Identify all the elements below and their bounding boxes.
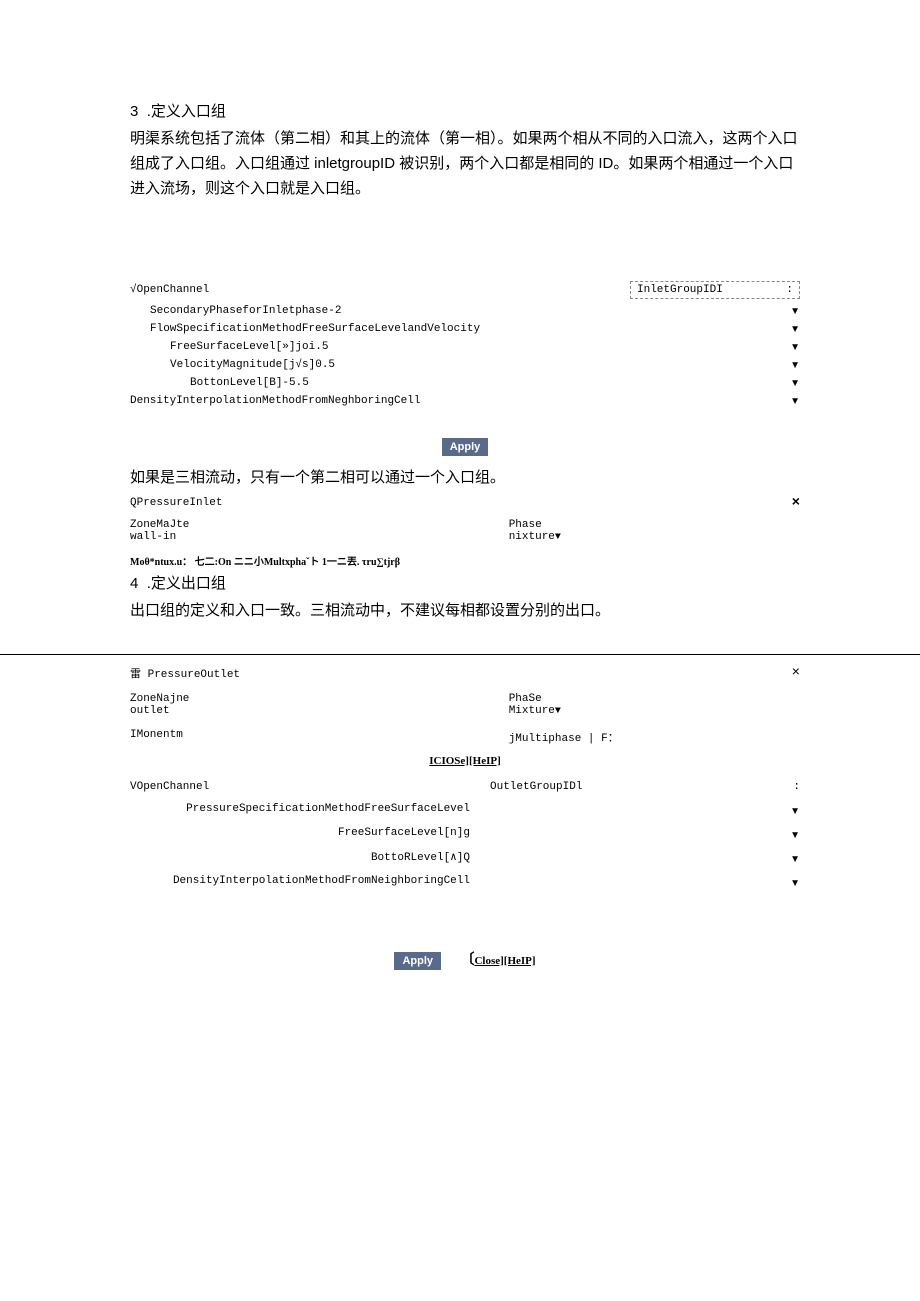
section-3-number: 3 [130,103,138,120]
inlet-row-3-label: VelocityMagnitude[j√s]0.5 [170,359,630,371]
inlet-row-1-label: FlowSpecificationMethodFreeSurfaceLevela… [150,323,630,335]
outlet-row-1-label: FreeSurfaceLevel[n]g [130,827,490,839]
apply-button-inlet[interactable]: Apply [442,438,489,456]
chevron-down-icon: ▼ [555,532,561,543]
section-3-body: 明渠系统包括了流体（第二相）和其上的流体（第一相）。如果两个相从不同的入口流入，… [130,127,800,201]
outlet-row-3[interactable]: DensityInterpolationMethodFromNeighborin… [130,873,800,889]
outlet-open-channel[interactable]: VOpenChannel [130,781,490,793]
tab-multiphase[interactable]: jMultiphase | F： [509,729,800,745]
section-4-number: 4 [130,575,138,592]
phase-dropdown[interactable]: nixture▼ [509,531,800,543]
outlet-group-id-label[interactable]: OutletGroupIDl [490,781,770,793]
inlet-row-5-label: DensityInterpolationMethodFromNeghboring… [130,395,630,407]
divider [0,654,920,655]
inlet-row-2[interactable]: FreeSurfaceLevel[»]joi.5 ▼ [130,341,800,353]
chevron-down-icon: ▼ [790,306,800,317]
outlet-row-0[interactable]: PressureSpecificationMethodFreeSurfaceLe… [130,801,800,817]
outlet-phase-label: PhaSe [509,693,800,705]
chevron-down-icon: ▼ [555,706,561,717]
inlet-row-3[interactable]: VelocityMagnitude[j√s]0.5 ▼ [130,359,800,371]
inlet-row-0-label: SecondaryPhaseforInletphase-2 [150,305,630,317]
section-4-body: 出口组的定义和入口一致。三相流动中，不建议每相都设置分别的出口。 [130,599,800,624]
phase-value: nixture [509,531,555,543]
chevron-down-icon: ▼ [790,830,800,841]
outlet-row-1[interactable]: FreeSurfaceLevel[n]g ▼ [130,825,800,841]
phase-label: Phase [509,519,800,531]
close-help-links[interactable]: ICIOSe][HeIP] [429,755,501,767]
chevron-down-icon: ▼ [790,378,800,389]
outlet-phase-dropdown[interactable]: Mixture▼ [509,705,800,717]
chevron-down-icon: ▼ [790,324,800,335]
apply-button-outlet[interactable]: Apply [394,952,441,970]
section-4-title: .定义出口组 [147,575,226,592]
inlet-group-id-field[interactable]: InletGroupIDI : [630,281,800,299]
close-icon[interactable]: × [792,665,800,681]
section-4-heading: 4 .定义出口组 [130,572,800,593]
pressure-outlet-header: 雷 PressureOutlet × [130,665,800,681]
chevron-down-icon: ▼ [790,396,800,407]
inlet-group-id-label: InletGroupIDI [637,284,723,296]
inlet-row-2-label: FreeSurfaceLevel[»]joi.5 [170,341,630,353]
chevron-down-icon: ▼ [790,360,800,371]
section-3-title: .定义入口组 [147,103,226,120]
outlet-phase-value: Mixture [509,705,555,717]
section-3-heading: 3 .定义入口组 [130,100,800,121]
outlet-row-2[interactable]: BottoRLevel[∧]Q ▼ [130,849,800,865]
chevron-down-icon: ▼ [790,878,800,889]
close-help-footer[interactable]: Close][HeIP] [474,955,535,967]
zone-name-label: ZoneMaJte [130,519,509,531]
chevron-down-icon: ▼ [790,342,800,353]
inlet-row-5[interactable]: DensityInterpolationMethodFromNeghboring… [130,395,800,407]
inlet-row-0[interactable]: SecondaryPhaseforInletphase-2 ▼ [130,305,800,317]
inlet-group-id-suffix: : [786,284,793,296]
outlet-zone-value[interactable]: outlet [130,705,509,717]
chevron-down-icon: ▼ [790,854,800,865]
outlet-group-id-suffix: : [770,781,800,793]
pressure-outlet-title: 雷 PressureOutlet [130,665,240,681]
close-icon[interactable]: × [792,495,800,511]
open-channel-row: √OpenChannel InletGroupIDI : [130,281,800,299]
pressure-inlet-header: QPressureInlet × [130,495,800,511]
tab-row-inlet[interactable]: Moθ*ntux.u： 七二:On ニニ小Multxphaˇト 1一ニ丟. τr… [130,553,800,568]
outlet-zone-label: ZoneNajne [130,693,509,705]
three-phase-note: 如果是三相流动，只有一个第二相可以通过一个入口组。 [130,466,800,491]
inlet-row-4-label: BottonLevel[B]-5.5 [190,377,630,389]
outlet-row-3-label: DensityInterpolationMethodFromNeighborin… [130,875,490,887]
tab-momentum[interactable]: IMonentm [130,729,509,745]
inlet-row-4[interactable]: BottonLevel[B]-5.5 ▼ [130,377,800,389]
outlet-row-2-label: BottoRLevel[∧]Q [130,850,490,864]
inlet-row-1[interactable]: FlowSpecificationMethodFreeSurfaceLevela… [130,323,800,335]
chevron-down-icon: ▼ [790,806,800,817]
outlet-row-0-label: PressureSpecificationMethodFreeSurfaceLe… [130,803,490,815]
zone-name-value[interactable]: wall-in [130,531,509,543]
open-channel-checkbox[interactable]: √OpenChannel [130,284,630,296]
pressure-inlet-title: QPressureInlet [130,497,222,509]
